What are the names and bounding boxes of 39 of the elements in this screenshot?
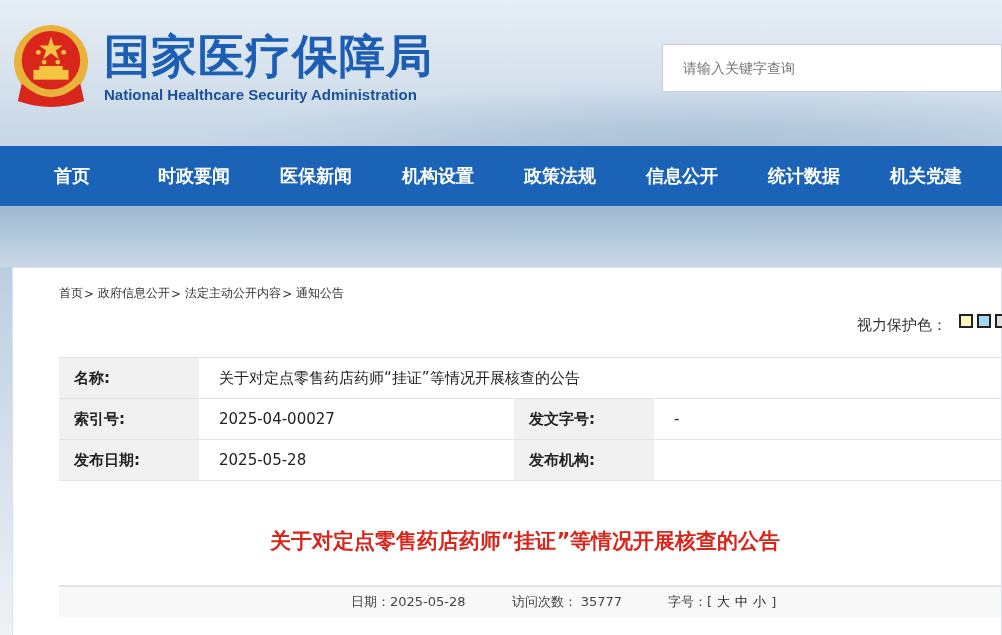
- field-label: 发文字号:: [514, 399, 654, 439]
- font-size-link[interactable]: 中: [735, 593, 749, 611]
- breadcrumb-link[interactable]: 首页: [59, 285, 83, 302]
- field-value: 2025-04-00027: [218, 409, 336, 430]
- breadcrumb-separator: >: [282, 286, 293, 301]
- nav-link[interactable]: 政策法规: [499, 146, 621, 206]
- field-label: 发布机构:: [514, 440, 654, 480]
- nav-link[interactable]: 信息公开: [621, 146, 743, 206]
- field-value: 2025-05-28: [218, 450, 308, 471]
- nav-link[interactable]: 机构设置: [377, 146, 499, 206]
- nav-link[interactable]: 机关党建: [865, 146, 987, 206]
- eye-care-label: 视力保护色：: [857, 316, 947, 335]
- site-title: 国家医疗保障局: [104, 27, 433, 84]
- breadcrumb-separator: >: [171, 286, 182, 301]
- field-value: -: [673, 409, 681, 430]
- nav-link[interactable]: 时政要闻: [133, 146, 255, 206]
- emblem-icon: [12, 22, 90, 108]
- font-size-link[interactable]: 小: [753, 593, 767, 611]
- color-swatch[interactable]: [959, 313, 973, 328]
- font-size-link[interactable]: 大: [717, 593, 731, 611]
- article-title: 关于对定点零售药店药师“挂证”等情况开展核查的公告: [268, 528, 782, 555]
- field-value: 关于对定点零售药店药师“挂证”等情况开展核查的公告: [218, 367, 581, 389]
- breadcrumb-separator: >: [84, 286, 95, 301]
- nav-link[interactable]: 医保新闻: [255, 146, 377, 206]
- nav-link[interactable]: 统计数据: [743, 146, 865, 206]
- search-field[interactable]: 请输入关键字查询: [662, 44, 1002, 92]
- breadcrumb-link[interactable]: 法定主动公开内容: [185, 285, 282, 302]
- field-label: 名称:: [59, 358, 199, 398]
- date-text: 日期：2025-05-28: [351, 593, 466, 611]
- field-label: 发布日期:: [59, 440, 199, 480]
- font-size-label: 字号：[: [668, 593, 713, 611]
- breadcrumb-link[interactable]: 通知公告: [296, 285, 345, 302]
- visit-count: 访问次数： 35777: [511, 593, 623, 611]
- site-subtitle: National Healthcare Security Administration: [104, 85, 418, 103]
- breadcrumb-link[interactable]: 政府信息公开: [98, 285, 171, 302]
- color-swatch[interactable]: [977, 313, 991, 328]
- bracket: ]: [771, 594, 777, 610]
- field-label: 索引号:: [59, 399, 199, 439]
- nav-link[interactable]: 首页: [11, 146, 133, 206]
